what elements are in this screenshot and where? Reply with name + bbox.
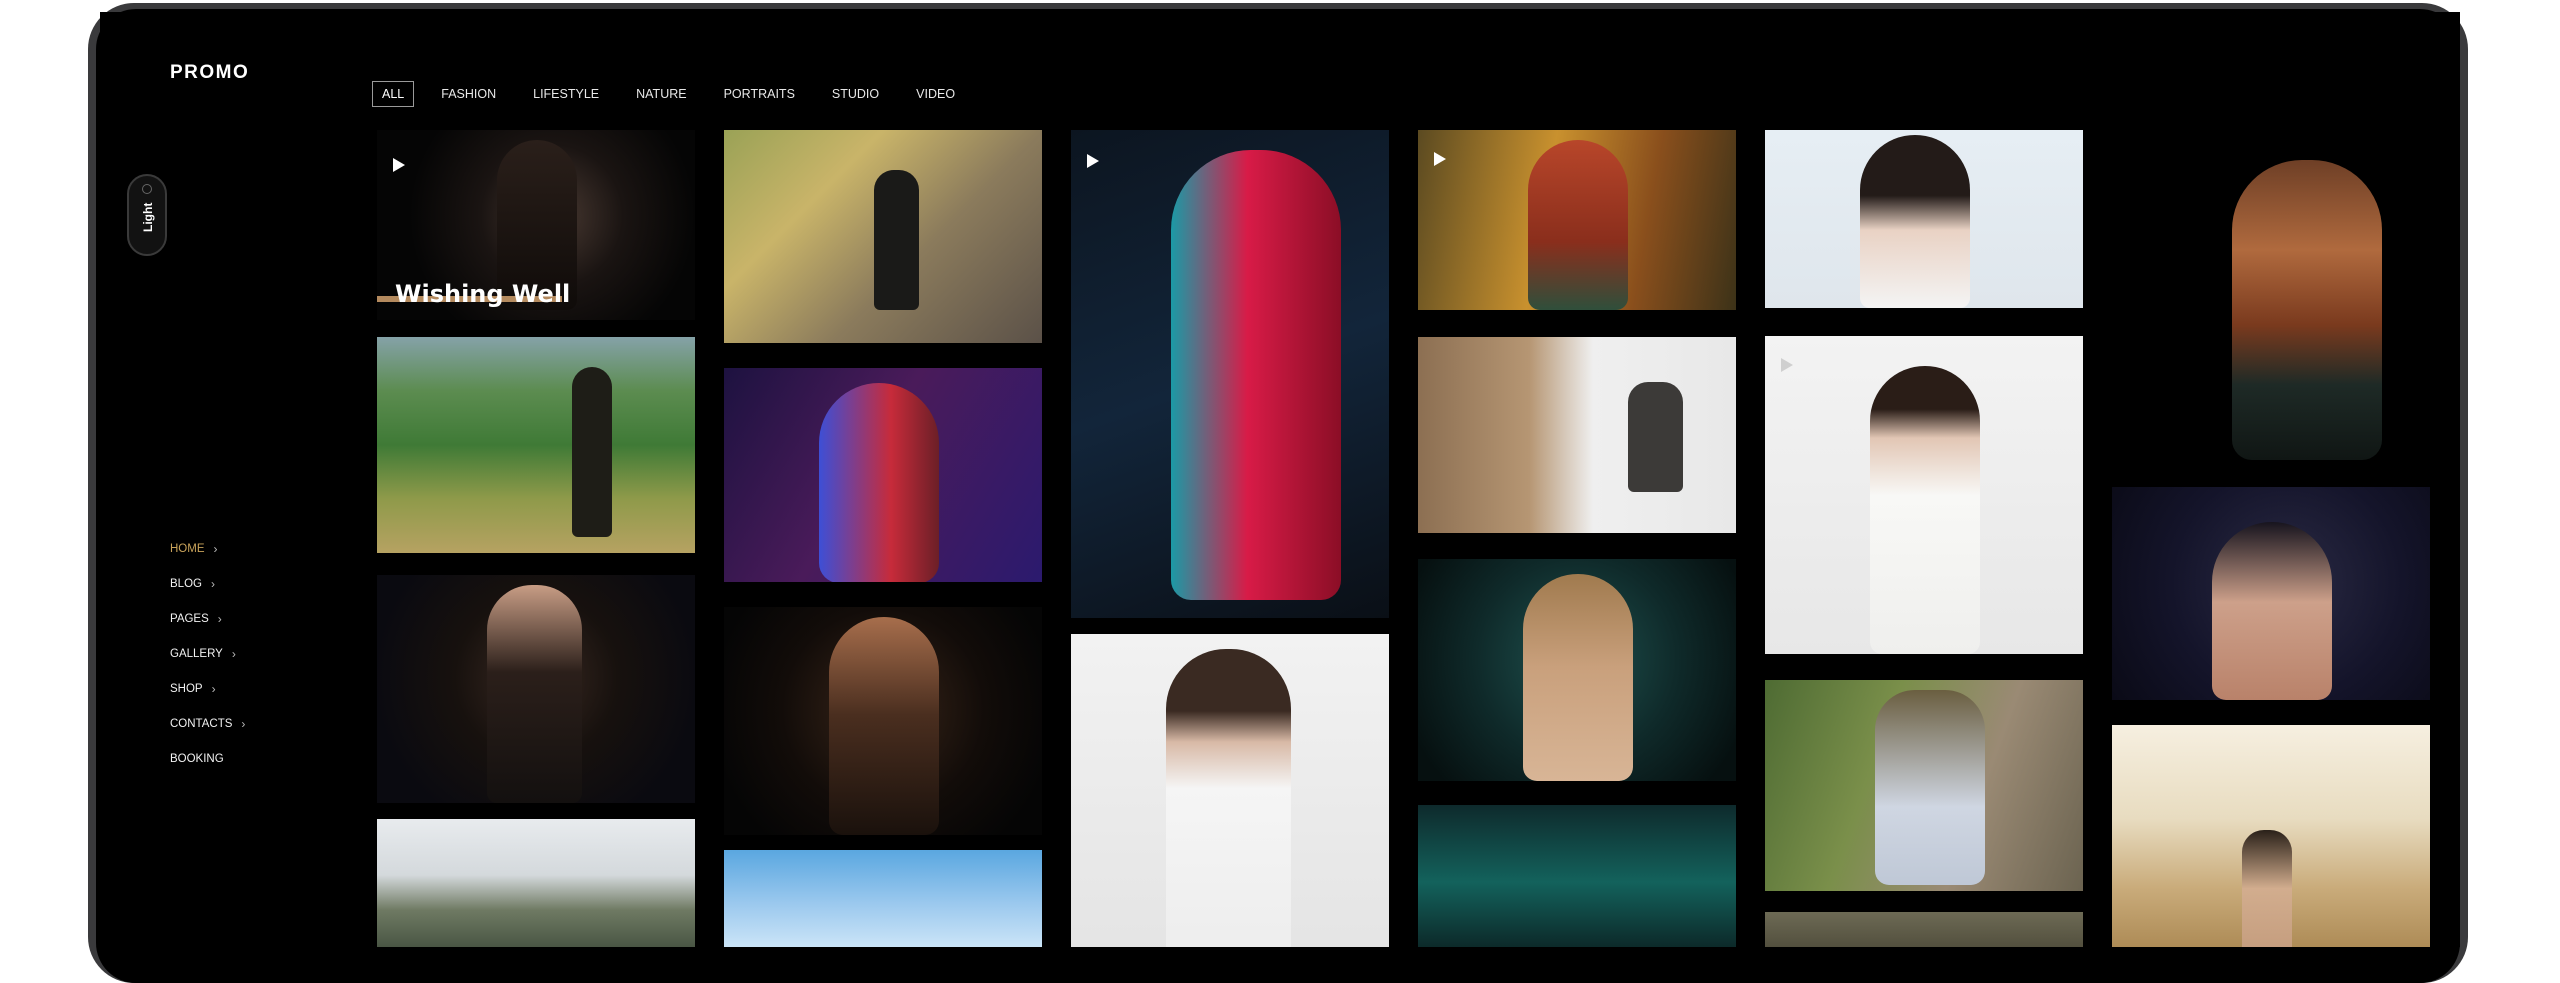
- filter-portraits[interactable]: PORTRAITS: [714, 81, 805, 107]
- chevron-right-icon: ›: [231, 647, 236, 661]
- gallery-tile-portrait-dark[interactable]: [377, 575, 695, 803]
- chevron-right-icon: ›: [217, 612, 222, 626]
- gallery-tile-autumn-video[interactable]: [1418, 130, 1736, 310]
- gallery-tile-red-lips[interactable]: [2112, 487, 2430, 700]
- portrait-figure: [1171, 150, 1341, 600]
- gallery-tile-bearded-man[interactable]: [2112, 130, 2430, 460]
- gallery-tile-green-smoke[interactable]: [1418, 805, 1736, 947]
- filter-fashion[interactable]: FASHION: [431, 81, 506, 107]
- chevron-right-icon: ›: [211, 682, 216, 696]
- nav-item-label: CONTACTS: [170, 718, 233, 730]
- nav-item-contacts[interactable]: CONTACTS ›: [170, 707, 245, 742]
- portrait-figure: [487, 585, 582, 803]
- gallery-filter-bar: ALL FASHION LIFESTYLE NATURE PORTRAITS S…: [372, 81, 982, 107]
- website-screen: PROMO ALL FASHION LIFESTYLE NATURE PORTR…: [100, 12, 2460, 947]
- gallery-tile-featured-video[interactable]: Wishing Well: [377, 130, 695, 320]
- gallery-tile-neon-profile[interactable]: [724, 368, 1042, 582]
- nav-item-gallery[interactable]: GALLERY ›: [170, 637, 245, 672]
- portrait-figure: [1528, 140, 1628, 310]
- gallery-tile-garden-sitting[interactable]: [1765, 680, 2083, 891]
- play-icon[interactable]: [1434, 152, 1446, 166]
- featured-caption[interactable]: Wishing Well: [395, 280, 570, 308]
- nav-item-shop[interactable]: SHOP ›: [170, 672, 245, 707]
- theme-toggle-label: Light: [141, 202, 155, 232]
- theme-toggle[interactable]: Light: [127, 174, 167, 256]
- gallery-tile-sky[interactable]: [724, 850, 1042, 947]
- nav-item-booking[interactable]: BOOKING: [170, 742, 245, 777]
- portrait-figure: [2212, 522, 2332, 700]
- portrait-figure: [1166, 649, 1291, 947]
- gallery-tile-wheat-field[interactable]: [2112, 725, 2430, 947]
- chevron-right-icon: ›: [210, 577, 215, 591]
- nav-item-label: BLOG: [170, 578, 202, 590]
- gallery-tile-railway[interactable]: [724, 130, 1042, 343]
- portrait-figure: [2242, 830, 2292, 947]
- site-logo[interactable]: PROMO: [170, 62, 249, 84]
- nav-item-label: SHOP: [170, 683, 203, 695]
- gallery-tile-bob-cut-video[interactable]: [1765, 336, 2083, 654]
- nav-item-label: GALLERY: [170, 648, 223, 660]
- gallery-tile-teal-portrait[interactable]: [1418, 559, 1736, 781]
- play-icon[interactable]: [393, 158, 405, 172]
- portrait-figure: [1870, 366, 1980, 654]
- gallery-tile-model-wavy[interactable]: [1765, 130, 2083, 308]
- play-icon[interactable]: [1087, 154, 1099, 168]
- portrait-figure: [829, 617, 939, 835]
- nav-item-label: PAGES: [170, 613, 209, 625]
- gallery-tile-bottom-partial[interactable]: [1765, 912, 2083, 947]
- side-navigation: HOME › BLOG › PAGES › GALLERY › SHOP › CONTAC…: [170, 532, 245, 777]
- filter-studio[interactable]: STUDIO: [822, 81, 889, 107]
- filter-all[interactable]: ALL: [372, 81, 415, 107]
- portrait-figure: [874, 170, 919, 310]
- portrait-figure: [1860, 135, 1970, 308]
- nav-item-blog[interactable]: BLOG ›: [170, 567, 245, 602]
- toggle-knob-icon: [142, 184, 152, 194]
- gallery-tile-lake[interactable]: [377, 819, 695, 947]
- gallery-tile-white-studio[interactable]: [1071, 634, 1389, 947]
- portrait-figure: [819, 383, 939, 582]
- nav-item-label: HOME: [170, 543, 205, 555]
- portrait-figure: [1523, 574, 1633, 781]
- portrait-figure: [1875, 690, 1985, 885]
- chevron-right-icon: ›: [213, 542, 218, 556]
- gallery-tile-meadow[interactable]: [377, 337, 695, 553]
- gallery-tile-doorway[interactable]: [1418, 337, 1736, 533]
- portrait-figure: [1628, 382, 1683, 492]
- filter-video[interactable]: VIDEO: [906, 81, 965, 107]
- nav-item-pages[interactable]: PAGES ›: [170, 602, 245, 637]
- gallery-tile-portrait-brunette[interactable]: [724, 607, 1042, 835]
- filter-lifestyle[interactable]: LIFESTYLE: [523, 81, 609, 107]
- play-icon[interactable]: [1781, 358, 1793, 372]
- portrait-figure: [572, 367, 612, 537]
- portrait-figure: [2232, 160, 2382, 460]
- chevron-right-icon: ›: [241, 717, 246, 731]
- gallery-tile-red-light-video[interactable]: [1071, 130, 1389, 618]
- filter-nature[interactable]: NATURE: [626, 81, 696, 107]
- nav-item-home[interactable]: HOME ›: [170, 532, 245, 567]
- nav-item-label: BOOKING: [170, 753, 224, 765]
